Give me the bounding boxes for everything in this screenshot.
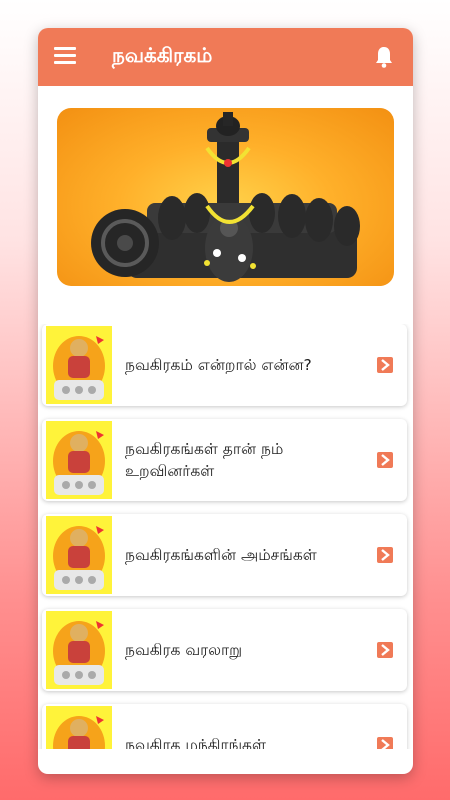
chevron-right-icon[interactable] — [377, 642, 393, 658]
list-item[interactable]: நவகிரகங்கள் தான் நம் உறவினர்கள் — [42, 419, 407, 501]
app-bar: நவக்கிரகம் — [38, 28, 413, 86]
bell-icon[interactable] — [373, 45, 395, 69]
list-item[interactable]: நவகிரகம் என்றால் என்ன? — [42, 324, 407, 406]
list-item[interactable]: நவகிரக வரலாறு — [42, 609, 407, 691]
deity-thumbnail — [46, 326, 112, 404]
deity-thumbnail — [46, 706, 112, 749]
list-item-label: நவகிரகங்களின் அம்சங்கள் — [125, 546, 317, 564]
list-item[interactable]: நவகிரகங்களின் அம்சங்கள் — [42, 514, 407, 596]
deity-thumbnail — [46, 611, 112, 689]
deity-thumbnail — [46, 421, 112, 499]
deity-thumbnail — [46, 516, 112, 594]
list-item[interactable]: நவகிரக மந்திரங்கள் — [42, 704, 407, 749]
banner-image — [57, 108, 394, 286]
chevron-right-icon[interactable] — [377, 547, 393, 563]
list-item-label: நவகிரக மந்திரங்கள் — [125, 736, 266, 749]
chevron-right-icon[interactable] — [377, 357, 393, 373]
topic-list: நவகிரகம் என்றால் என்ன? நவகிரகங்கள் தான் — [38, 324, 413, 749]
page-title: நவக்கிரகம் — [112, 43, 213, 67]
list-item-label: நவகிரக வரலாறு — [125, 641, 243, 659]
list-item-label: நவகிரகங்கள் தான் நம் உறவினர்கள் — [125, 440, 284, 480]
chevron-right-icon[interactable] — [377, 452, 393, 468]
chevron-right-icon[interactable] — [377, 737, 393, 749]
app-window: நவக்கிரகம் நவகிரகம் என்றால் என்ன? நவகிரக… — [38, 28, 413, 774]
hamburger-menu-icon[interactable] — [54, 47, 76, 67]
list-item-label: நவகிரகம் என்றால் என்ன? — [125, 356, 312, 374]
